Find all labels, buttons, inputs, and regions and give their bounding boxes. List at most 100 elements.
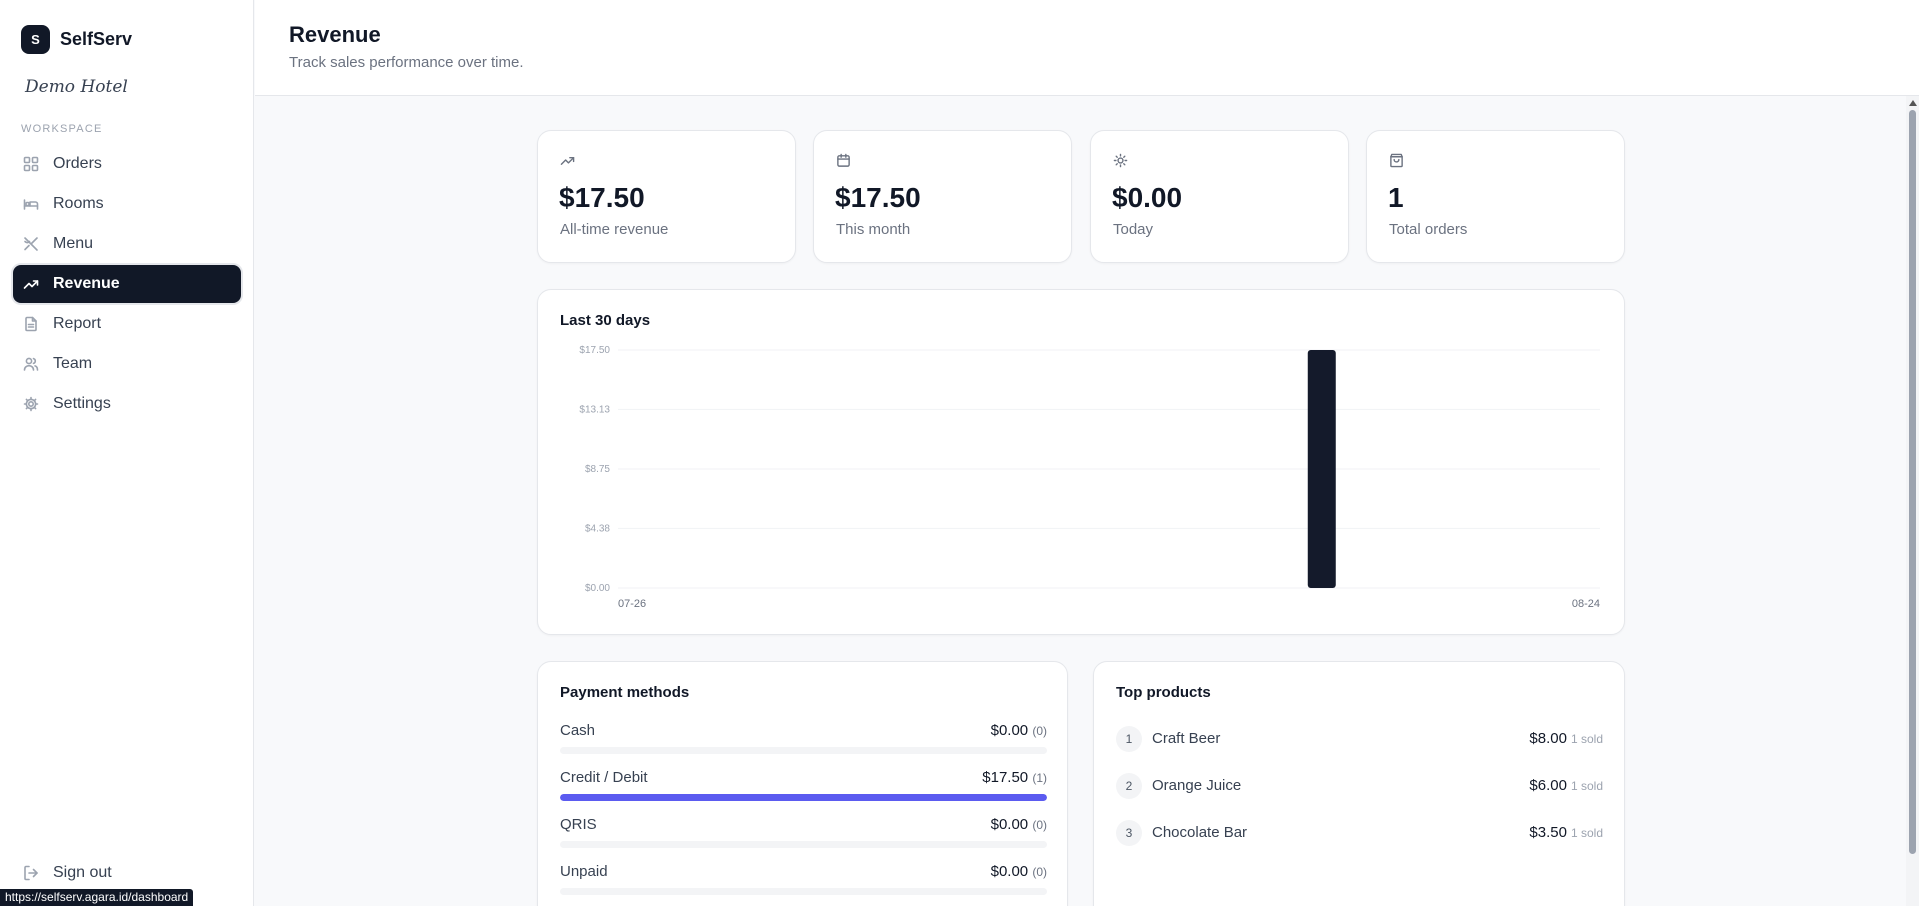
page-subtitle: Track sales performance over time.	[289, 54, 524, 71]
revenue-chart-card: Last 30 days $17.50 $13.13 $8.75 $4.38 $0.00…	[537, 289, 1625, 635]
product-name: Craft Beer	[1152, 730, 1221, 747]
bed-icon	[23, 199, 39, 210]
product-amount: $6.00	[1529, 777, 1567, 794]
x-axis-end-label: 08-24	[1572, 598, 1600, 610]
stat-card-all-time-revenue: $17.50 All-time revenue	[537, 130, 796, 263]
product-rank-badge: 2	[1116, 773, 1142, 799]
revenue-bar-chart: $17.50 $13.13 $8.75 $4.38 $0.00 07-26 08-24	[579, 345, 1600, 610]
payment-methods-card: Payment methods Cash $0.00 (0) Credit / De…	[537, 661, 1068, 906]
product-rank-badge: 1	[1116, 726, 1142, 752]
payment-method-name: QRIS	[560, 816, 597, 833]
sidebar-item-orders[interactable]: Orders	[13, 145, 241, 183]
sidebar-item-report[interactable]: Report	[13, 305, 241, 343]
brand-name: SelfServ	[60, 29, 133, 49]
stat-label: Today	[1113, 221, 1154, 238]
scroll-thumb[interactable]	[1909, 110, 1916, 854]
stat-value: 1	[1388, 182, 1404, 213]
stat-value: $17.50	[835, 182, 921, 213]
top-product-row: 3 Chocolate Bar $3.50 1 sold	[1116, 820, 1603, 848]
sidebar-item-menu[interactable]: Menu	[13, 225, 241, 263]
amount-value: $0.00	[990, 816, 1029, 833]
sidebar-item-label: Orders	[53, 155, 102, 172]
stat-card-this-month: $17.50 This month	[813, 130, 1072, 263]
page-header: Revenue Track sales performance over tim…	[255, 0, 1919, 96]
chart-bar-08-16[interactable]	[1307, 350, 1336, 588]
order-count: (0)	[1032, 724, 1047, 738]
y-tick-label: $0.00	[585, 583, 610, 594]
sign-out-label: Sign out	[53, 864, 112, 881]
amount-value: $0.00	[990, 863, 1029, 880]
top-products-card: Top products 1 Craft Beer $8.00 1 sold 2 Oran…	[1093, 661, 1625, 906]
payment-method-name: Credit / Debit	[560, 769, 648, 786]
order-count: (1)	[1032, 771, 1047, 785]
gear-icon	[23, 396, 39, 412]
amount-value: $17.50	[982, 769, 1029, 786]
stat-card-today: $0.00 Today	[1090, 130, 1349, 263]
y-tick-label: $13.13	[579, 404, 610, 415]
users-icon	[23, 357, 39, 371]
product-sold-count: 1 sold	[1570, 826, 1603, 840]
sidebar-item-label: Menu	[53, 235, 94, 252]
shopping-bag-icon	[1390, 153, 1403, 168]
sidebar-item-label: Team	[53, 355, 93, 372]
sun-icon	[1113, 153, 1128, 168]
sign-out-button[interactable]: Sign out	[23, 864, 112, 882]
brand[interactable]: S SelfServ	[21, 25, 132, 54]
top-product-row: 2 Orange Juice $6.00 1 sold	[1116, 773, 1603, 801]
order-count: (0)	[1032, 865, 1047, 879]
product-name: Orange Juice	[1152, 777, 1242, 794]
y-tick-label: $8.75	[585, 464, 610, 475]
sidebar: S SelfServ Demo Hotel WORKSPACE Orders R…	[0, 0, 254, 906]
brand-logo: S	[21, 25, 50, 54]
trending-up-icon	[560, 156, 575, 165]
status-bar-url: https://selfserv.agara.id/dashboard	[0, 889, 194, 906]
payment-method-amount: $0.00 (0)	[991, 816, 1047, 833]
grid-icon	[23, 156, 39, 172]
product-rank-badge: 3	[1116, 820, 1142, 846]
sidebar-nav: Orders Rooms Menu Revenue Report Team Se…	[13, 145, 241, 425]
sidebar-item-label: Settings	[53, 395, 111, 412]
sidebar-item-label: Revenue	[53, 275, 120, 292]
utensils-icon	[24, 237, 38, 251]
payment-share-bar	[560, 888, 1047, 895]
payment-method-name: Unpaid	[560, 863, 608, 880]
payment-method-amount: $0.00 (0)	[991, 722, 1047, 739]
stat-card-total-orders: 1 Total orders	[1366, 130, 1625, 263]
workspace-section-label: WORKSPACE	[21, 123, 103, 135]
scroll-up-arrow-icon[interactable]	[1909, 100, 1917, 106]
stat-value: $17.50	[559, 182, 645, 213]
sidebar-item-team[interactable]: Team	[13, 345, 241, 383]
product-revenue: $6.00 1 sold	[1529, 777, 1603, 794]
amount-value: $0.00	[990, 722, 1029, 739]
stat-label: All-time revenue	[560, 221, 669, 238]
product-amount: $3.50	[1529, 824, 1567, 841]
y-tick-label: $17.50	[579, 345, 610, 356]
sidebar-item-revenue[interactable]: Revenue	[13, 265, 241, 303]
payment-share-bar	[560, 747, 1047, 754]
order-count: (0)	[1032, 818, 1047, 832]
y-tick-label: $4.38	[585, 523, 610, 534]
stat-label: This month	[836, 221, 911, 238]
payment-methods-title: Payment methods	[560, 684, 690, 701]
calendar-icon	[837, 153, 850, 167]
product-name: Chocolate Bar	[1152, 824, 1248, 841]
main-scrollbar[interactable]	[1906, 96, 1919, 906]
payment-method-amount: $17.50 (1)	[982, 769, 1047, 786]
sidebar-item-rooms[interactable]: Rooms	[13, 185, 241, 223]
top-products-title: Top products	[1116, 684, 1211, 701]
payment-method-amount: $0.00 (0)	[991, 863, 1047, 880]
file-text-icon	[25, 316, 37, 332]
payment-share-bar	[560, 794, 1047, 801]
stat-label: Total orders	[1389, 221, 1468, 238]
log-out-icon	[24, 865, 38, 881]
payment-method-name: Cash	[560, 722, 596, 739]
sidebar-item-label: Report	[53, 315, 102, 332]
product-sold-count: 1 sold	[1570, 732, 1603, 746]
product-revenue: $8.00 1 sold	[1529, 730, 1603, 747]
sidebar-item-settings[interactable]: Settings	[13, 385, 241, 423]
hotel-name: Demo Hotel	[25, 77, 128, 97]
product-revenue: $3.50 1 sold	[1529, 824, 1603, 841]
page-title: Revenue	[289, 22, 381, 47]
payment-share-bar	[560, 841, 1047, 848]
product-sold-count: 1 sold	[1570, 779, 1603, 793]
